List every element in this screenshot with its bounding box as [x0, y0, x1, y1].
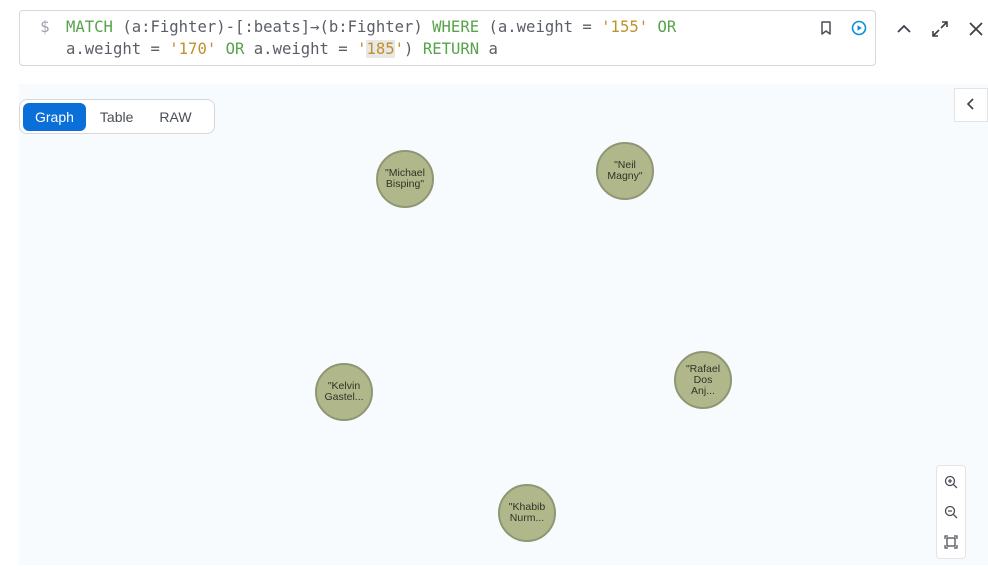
- zoom-out-icon[interactable]: [943, 504, 959, 520]
- query-token: OR: [225, 40, 245, 58]
- graph-node[interactable]: "Kelvin Gastel...: [315, 363, 373, 421]
- query-token: (a:Fighter)-[:beats]→(b:Fighter): [112, 18, 433, 36]
- expand-icon[interactable]: [929, 18, 951, 40]
- query-token: 185: [366, 40, 395, 58]
- view-tabs: Graph Table RAW: [19, 99, 215, 134]
- query-token: a.weight =: [244, 40, 358, 58]
- graph-node[interactable]: "Michael Bisping": [376, 150, 434, 208]
- side-panel-toggle[interactable]: [954, 88, 988, 122]
- tab-table[interactable]: Table: [88, 103, 145, 131]
- query-token: OR: [657, 18, 677, 36]
- graph-node[interactable]: "Neil Magny": [596, 142, 654, 200]
- query-token: (a.weight =: [479, 18, 602, 36]
- query-token: ): [404, 40, 423, 58]
- fit-to-screen-icon[interactable]: [943, 534, 959, 550]
- query-prompt: $: [40, 17, 50, 36]
- query-token: [216, 40, 225, 58]
- query-token: [648, 18, 657, 36]
- query-token: a.weight =: [66, 40, 170, 58]
- chevron-left-icon: [964, 96, 978, 115]
- close-icon[interactable]: [965, 18, 987, 40]
- tab-graph[interactable]: Graph: [23, 102, 86, 131]
- query-token: '170': [169, 40, 217, 58]
- graph-canvas[interactable]: Graph Table RAW "Michael Bisping" "Neil …: [19, 84, 988, 565]
- graph-node[interactable]: "Khabib Nurm...: [498, 484, 556, 542]
- bookmark-icon[interactable]: [817, 19, 835, 37]
- run-icon[interactable]: [850, 19, 868, 37]
- zoom-in-icon[interactable]: [943, 474, 959, 490]
- query-token: MATCH: [66, 18, 113, 36]
- query-editor[interactable]: $ MATCH (a:Fighter)-[:beats]→(b:Fighter)…: [19, 10, 876, 66]
- query-token: WHERE: [432, 18, 480, 36]
- tab-raw[interactable]: RAW: [147, 103, 203, 131]
- query-text[interactable]: MATCH (a:Fighter)-[:beats]→(b:Fighter) W…: [66, 16, 796, 60]
- query-token: '155': [601, 18, 649, 36]
- query-token: ': [394, 40, 405, 58]
- graph-node[interactable]: "Rafael Dos Anj...: [674, 351, 732, 409]
- query-token: a: [479, 40, 498, 58]
- zoom-controls: [936, 465, 966, 559]
- chevron-up-icon[interactable]: [893, 18, 915, 40]
- query-token: RETURN: [422, 40, 480, 58]
